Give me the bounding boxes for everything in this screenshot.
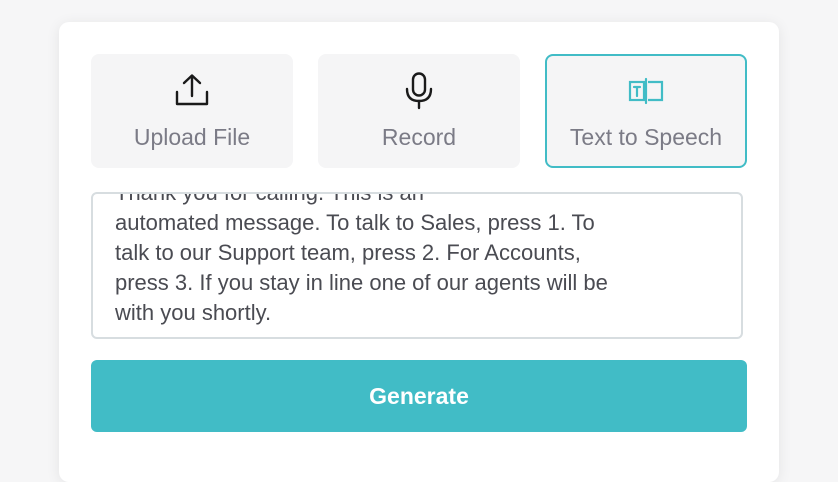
source-tabs: Upload File Record Text to Speech xyxy=(91,54,747,168)
tab-upload-file[interactable]: Upload File xyxy=(91,54,293,168)
tab-record[interactable]: Record xyxy=(318,54,520,168)
microphone-icon xyxy=(405,72,433,110)
text-to-speech-icon xyxy=(628,77,664,105)
tab-upload-file-label: Upload File xyxy=(133,124,251,150)
tab-text-to-speech-label: Text to Speech xyxy=(569,124,723,150)
tts-card: Upload File Record Text to Speech Thank … xyxy=(59,22,779,482)
tab-text-to-speech[interactable]: Text to Speech xyxy=(545,54,747,168)
generate-button[interactable]: Generate xyxy=(91,360,747,432)
message-textarea[interactable]: Thank you for calling. This is an automa… xyxy=(91,192,743,339)
tab-record-label: Record xyxy=(381,124,457,150)
message-text[interactable]: Thank you for calling. This is an automa… xyxy=(115,194,725,328)
upload-icon xyxy=(175,74,209,106)
